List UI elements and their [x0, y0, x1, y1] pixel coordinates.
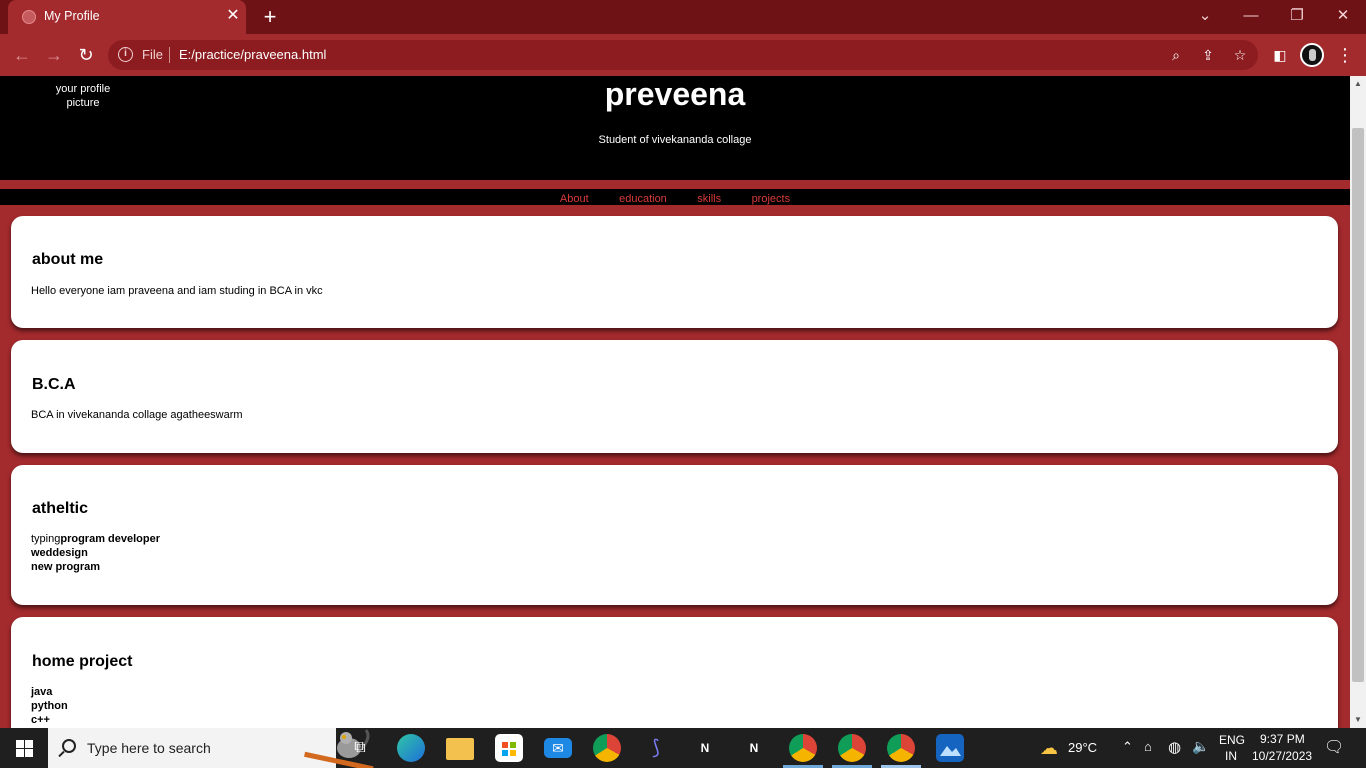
mail-icon[interactable]: ✉	[544, 738, 572, 758]
project-item: java	[31, 686, 53, 698]
nav-link-about[interactable]: About	[560, 191, 589, 207]
reload-icon[interactable]: ↻	[74, 43, 98, 67]
taskbar-search-box[interactable]: Type here to search	[48, 728, 374, 768]
temperature[interactable]: 29°C	[1068, 740, 1097, 755]
tab-search-chevron-icon[interactable]: ⌄	[1182, 4, 1228, 28]
file-explorer-icon[interactable]	[446, 738, 474, 760]
scroll-up-arrow-icon[interactable]: ▲	[1350, 76, 1366, 92]
about-heading: about me	[32, 251, 104, 268]
clock-date[interactable]: 10/27/2023	[1252, 749, 1312, 763]
project-item: python	[31, 700, 68, 712]
divider	[169, 47, 170, 63]
side-panel-icon[interactable]: ◧	[1268, 43, 1292, 67]
edge-icon[interactable]	[397, 734, 425, 762]
browser-toolbar: ← → ↻ i File E:/practice/praveena.html ⌕…	[0, 34, 1366, 76]
globe-network-icon[interactable]: ◍	[1168, 738, 1181, 756]
projects-heading: home project	[32, 653, 133, 670]
tab-strip: My Profile ✕ + ⌄ — ❐ ✕	[0, 0, 1366, 34]
speaker-icon[interactable]: 🔈	[1192, 738, 1209, 755]
windows-taskbar: Type here to search ⧉ ✉ ⟆ N N ☁ 29°C ⌃ ⌂…	[0, 728, 1366, 768]
nav-bar: About education skills projects	[0, 189, 1350, 205]
skill-item: new program	[31, 561, 101, 573]
share-icon[interactable]: ⇪	[1198, 45, 1218, 65]
address-bar[interactable]: i File E:/practice/praveena.html ⌕ ⇪ ☆	[108, 40, 1258, 70]
chrome-profile-icon[interactable]	[789, 734, 817, 762]
bookmark-star-icon[interactable]: ☆	[1230, 45, 1250, 65]
region-indicator[interactable]: IN	[1225, 749, 1237, 763]
url-scheme-label: File	[142, 47, 163, 62]
scroll-down-arrow-icon[interactable]: ▼	[1350, 712, 1366, 728]
task-view-icon[interactable]: ⧉	[346, 734, 374, 762]
chrome-icon[interactable]	[593, 734, 621, 762]
skills-heading: atheltic	[32, 500, 89, 517]
skills-list: typingprogram developer weddesign new prog…	[31, 532, 160, 574]
skill-item: weddesign	[31, 547, 88, 559]
search-icon	[62, 739, 76, 753]
clock-time[interactable]: 9:37 PM	[1260, 732, 1305, 746]
vertical-scrollbar[interactable]: ▲ ▼	[1350, 76, 1366, 728]
chevron-up-icon[interactable]: ⌃	[1122, 739, 1133, 755]
education-heading: B.C.A	[32, 376, 76, 393]
minimize-button[interactable]: —	[1228, 4, 1274, 28]
chrome-profile-icon[interactable]	[887, 734, 915, 762]
nav-link-projects[interactable]: projects	[752, 191, 791, 207]
skills-card: atheltic typingprogram developer weddesig…	[11, 465, 1338, 605]
network-adapter-icon[interactable]: ⌂	[1144, 739, 1152, 754]
close-window-button[interactable]: ✕	[1320, 4, 1366, 28]
skill-item: program developer	[60, 533, 160, 545]
menu-kebab-icon[interactable]: ⋮	[1333, 43, 1357, 67]
tab-title: My Profile	[44, 9, 100, 23]
store-icon[interactable]	[495, 734, 523, 762]
education-text: BCA in vivekananda collage agatheeswarm	[31, 409, 243, 421]
education-card: B.C.A BCA in vivekananda collage agathee…	[11, 340, 1338, 453]
notion-icon[interactable]: N	[740, 734, 768, 762]
notification-icon[interactable]: 🗨	[1324, 737, 1344, 757]
about-card: about me Hello everyone iam praveena and…	[11, 216, 1338, 328]
project-item: c++	[31, 714, 50, 726]
page-viewport: your profile picture preveena Student of…	[0, 76, 1350, 728]
page-title: preveena	[604, 76, 746, 112]
nav-link-skills[interactable]: skills	[697, 191, 721, 207]
close-tab-icon[interactable]: ✕	[224, 6, 242, 26]
projects-list: java python c++	[31, 685, 68, 727]
windows-start-icon[interactable]	[0, 728, 48, 768]
notion-icon[interactable]: N	[691, 734, 719, 762]
zoom-icon[interactable]: ⌕	[1166, 45, 1186, 65]
forward-arrow-icon[interactable]: →	[42, 43, 66, 67]
globe-icon	[22, 10, 36, 24]
chrome-profile-icon[interactable]	[838, 734, 866, 762]
skill-item: typing	[31, 533, 61, 545]
restore-button[interactable]: ❐	[1274, 4, 1320, 28]
url-text[interactable]: E:/practice/praveena.html	[179, 47, 326, 62]
profile-avatar[interactable]	[1300, 43, 1324, 67]
info-icon[interactable]: i	[118, 47, 133, 62]
projects-card: home project java python c++	[11, 617, 1338, 728]
nav-link-education[interactable]: education	[619, 191, 667, 207]
search-placeholder: Type here to search	[87, 740, 211, 756]
app-s-icon[interactable]: ⟆	[642, 734, 670, 762]
about-text: Hello everyone iam praveena and iam stud…	[31, 285, 323, 297]
profile-header: your profile picture preveena Student of…	[0, 76, 1350, 180]
back-arrow-icon[interactable]: ←	[10, 43, 34, 67]
photos-icon[interactable]	[936, 734, 964, 762]
new-tab-button[interactable]: +	[258, 4, 282, 30]
tab-my-profile[interactable]: My Profile ✕	[8, 0, 246, 34]
language-indicator[interactable]: ENG	[1219, 733, 1245, 747]
scroll-thumb[interactable]	[1352, 128, 1364, 682]
weather-icon[interactable]: ☁	[1035, 734, 1063, 762]
tagline: Student of vivekananda collage	[598, 134, 752, 146]
